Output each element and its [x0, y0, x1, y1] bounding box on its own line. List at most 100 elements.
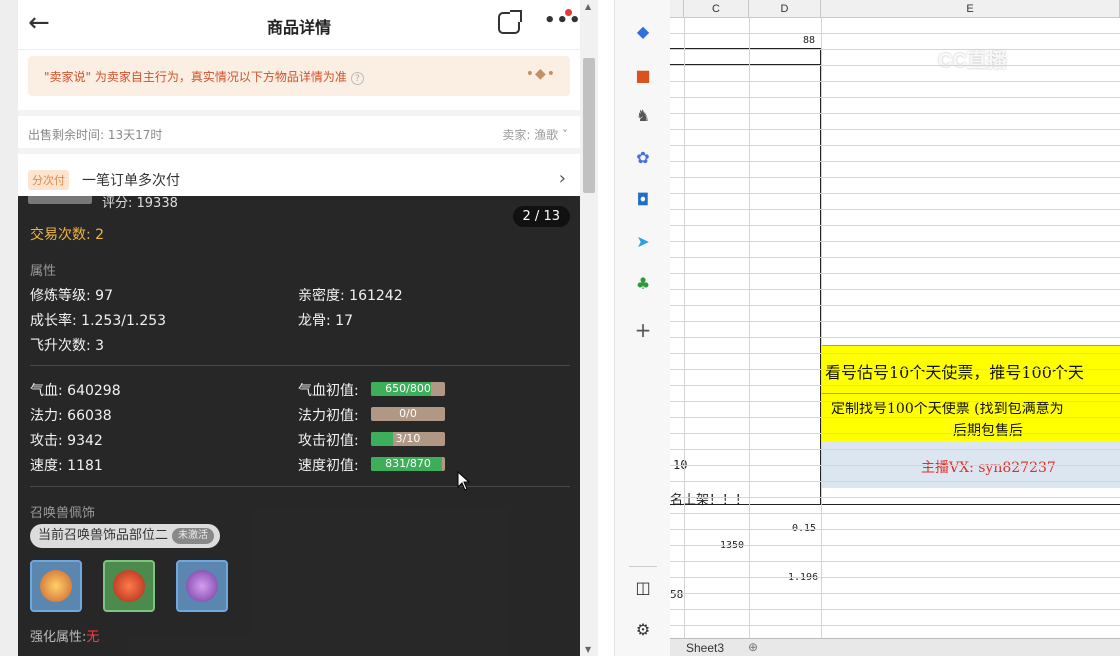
scroll-up-icon[interactable]: ▲ [585, 2, 591, 11]
grid-row-line [670, 305, 1120, 306]
grid-row-line [670, 193, 1120, 194]
seller-avatar [28, 196, 92, 204]
chevron-right-icon: › [558, 168, 566, 189]
accessory-item-1[interactable] [30, 560, 82, 612]
cell-left-58[interactable]: 58 [670, 588, 683, 601]
enhance-attribute: 强化属性:无 [30, 630, 100, 645]
speed-value: 速度: 1181 [30, 458, 103, 474]
seller-notice-banner: "卖家说" 为卖家自主行为，真实情况以下方物品详情为准? •◆• [28, 56, 570, 96]
grid-row-line [670, 481, 1120, 482]
grid-row-line [670, 577, 1120, 578]
grid-row-line [670, 209, 1120, 210]
attack-value: 攻击: 9342 [30, 433, 103, 449]
column-header-e[interactable]: E [821, 0, 1120, 18]
grid-row-line [670, 593, 1120, 594]
dragon-bone: 龙骨: 17 [298, 313, 353, 329]
cell-listing-text[interactable]: 名上架！！！ [670, 489, 748, 508]
settings-gear-icon[interactable]: ⚙ [633, 620, 653, 640]
more-icon[interactable]: ••• [544, 10, 582, 31]
dots-icon: •◆• [525, 66, 556, 82]
add-sheet-icon[interactable]: ⊕ [748, 640, 758, 654]
grid-col-line [821, 18, 822, 638]
accessory-item-3[interactable] [176, 560, 228, 612]
hp-value: 气血: 640298 [30, 383, 121, 399]
yellow-cell-1-text: 看号估号10个天使票，推号100个天 [825, 363, 1084, 382]
share-icon[interactable] [498, 10, 522, 34]
cell-d-88[interactable]: 88 [803, 35, 815, 46]
grid-row-line [670, 465, 1120, 466]
speed-init-bar: 831/870 [371, 457, 445, 471]
mobile-app-panel: ← 商品详情 ••• "卖家说" 为卖家自主行为，真实情况以下方物品详情为准? … [0, 0, 598, 656]
sheet-tab[interactable]: Sheet3 [686, 641, 724, 655]
divider [629, 566, 657, 567]
score-text: 评分: 19338 [102, 196, 178, 211]
grid-row-line [670, 241, 1120, 242]
chess-icon[interactable]: ♞ [633, 106, 653, 126]
accessory-slot-pill[interactable]: 当前召唤兽饰品部位二 未激活 [30, 524, 221, 548]
intimacy: 亲密度: 161242 [298, 288, 403, 304]
grid-row-line [670, 353, 1120, 354]
mp-value: 法力: 66038 [30, 408, 112, 424]
grid-col-line [684, 18, 685, 638]
grid-row-line [670, 545, 1120, 546]
help-icon[interactable]: ? [350, 72, 364, 85]
grid-row-line [670, 225, 1120, 226]
page-indicator: 2 / 13 [512, 206, 570, 227]
tree-icon[interactable]: ♣ [633, 274, 653, 294]
installment-tag: 分次付 [28, 170, 69, 190]
sheet-tab-bar: Sheet3 ⊕ [670, 638, 1120, 656]
trade-count: 交易次数: 2 [30, 227, 105, 243]
add-icon[interactable]: + [633, 320, 653, 340]
seller-name[interactable]: 卖家: 渔歌 ˅ [502, 126, 568, 143]
grid-row-line [670, 497, 1120, 498]
hp-init-label: 气血初值: [298, 383, 359, 399]
contact-text: 主播VX: syn827237 [921, 460, 1056, 476]
grid-row-line [670, 625, 1120, 626]
column-header-c[interactable]: C [684, 0, 749, 18]
left-gutter [0, 0, 18, 656]
grid-row-line [670, 113, 1120, 114]
speed-init-label: 速度初值: [298, 458, 359, 474]
inactive-badge: 未激活 [172, 528, 215, 544]
divider [30, 365, 570, 366]
atk-init-label: 攻击初值: [298, 433, 359, 449]
copilot-icon[interactable]: ✿ [633, 148, 653, 168]
tag-icon[interactable]: ◆ [633, 22, 653, 42]
mp-init-label: 法力初值: [298, 408, 359, 424]
outlook-icon[interactable]: ◘ [633, 190, 653, 210]
column-header-d[interactable]: D [749, 0, 821, 18]
grid-row-line [670, 289, 1120, 290]
column-header-b[interactable] [670, 0, 684, 18]
grid-row-line [670, 433, 1120, 434]
grid-row-line [670, 513, 1120, 514]
grid-row-line [670, 337, 1120, 338]
grid-row-line [670, 385, 1120, 386]
divider [30, 486, 570, 487]
grid-row-line [670, 145, 1120, 146]
remaining-time: 出售剩余时间: 13天17时 [28, 128, 163, 142]
grid-row-line [670, 529, 1120, 530]
attributes-heading: 属性 [30, 264, 57, 279]
toolbox-icon[interactable]: ■ [633, 66, 653, 86]
split-view-icon[interactable]: ◫ [633, 578, 653, 598]
send-icon[interactable]: ➤ [633, 232, 653, 252]
accessory-item-2[interactable] [103, 560, 155, 612]
installment-payment-row[interactable]: 分次付 一笔订单多次付 › [18, 160, 580, 200]
scrollbar[interactable]: ▲ ▼ [580, 0, 598, 656]
grid-row-line [670, 33, 1120, 34]
grid-row-line [670, 161, 1120, 162]
grid-row-line [670, 417, 1120, 418]
grid-row-line [670, 49, 1120, 50]
accessory-heading: 召唤兽佩饰 [30, 506, 96, 521]
notice-text: "卖家说" 为卖家自主行为，真实情况以下方物品详情为准? [44, 68, 364, 85]
grid-col-line [749, 18, 750, 638]
scroll-thumb[interactable] [583, 58, 595, 193]
grid-row-line [670, 97, 1120, 98]
app-header: ← 商品详情 ••• [18, 0, 582, 50]
notification-dot [565, 9, 572, 16]
ascend-count: 飞升次数: 3 [30, 338, 105, 354]
grid-row-line [670, 609, 1120, 610]
scroll-down-icon[interactable]: ▼ [585, 645, 591, 654]
grid-row-line [670, 321, 1120, 322]
grid-row-line [670, 177, 1120, 178]
